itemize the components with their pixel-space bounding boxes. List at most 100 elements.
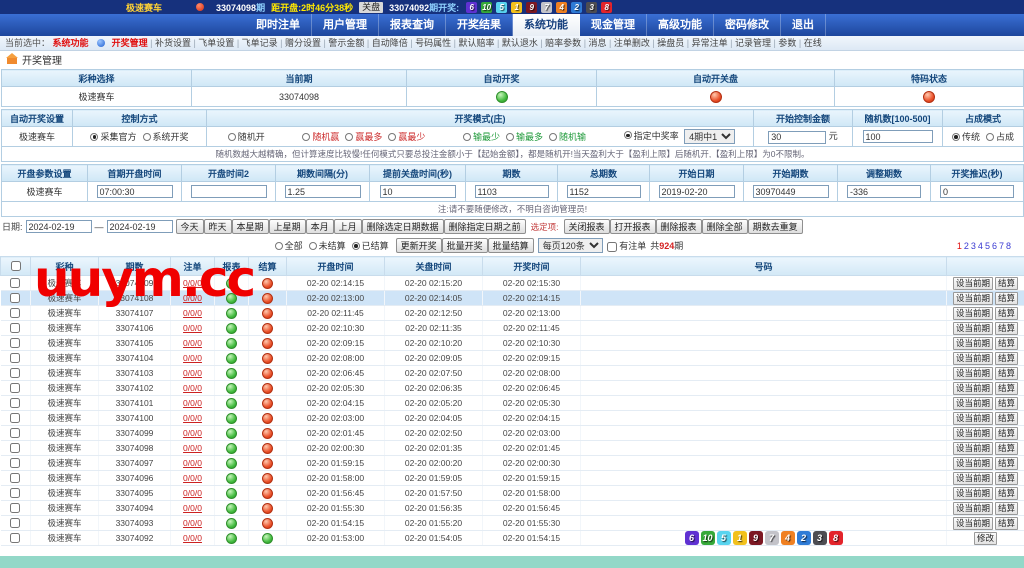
page-5[interactable]: 5 — [985, 241, 990, 251]
radio-option-采集官方[interactable]: 采集官方 — [90, 130, 136, 143]
interval-input[interactable] — [285, 185, 361, 198]
close-market-button[interactable]: 关盘 — [359, 2, 383, 13]
row-action-设当前期[interactable]: 设当前期 — [953, 442, 993, 455]
tab-现金管理[interactable]: 现金管理 — [580, 14, 647, 36]
settle-status-dot[interactable] — [262, 308, 273, 319]
settle-status-dot[interactable] — [262, 413, 273, 424]
draw-delay-input[interactable] — [940, 185, 1014, 198]
打开报表-button[interactable]: 打开报表 — [610, 219, 656, 234]
radio-icon[interactable] — [388, 133, 396, 141]
row-action-设当前期[interactable]: 设当前期 — [953, 397, 993, 410]
page-7[interactable]: 7 — [999, 241, 1004, 251]
report-status-dot[interactable] — [226, 398, 237, 409]
row-bets-link[interactable]: 0/0/0 — [183, 323, 202, 333]
radio-icon[interactable] — [463, 133, 471, 141]
start-period-input[interactable] — [753, 185, 829, 198]
row-checkbox[interactable] — [10, 518, 20, 528]
report-status-dot[interactable] — [226, 308, 237, 319]
submenu-item-默认退水[interactable]: 默认退水 — [502, 38, 538, 48]
auto-draw-toggle[interactable] — [496, 91, 508, 103]
删除指定日期之前-button[interactable]: 删除指定日期之前 — [444, 219, 526, 234]
submenu-item-警示金额[interactable]: 警示金额 — [328, 38, 364, 48]
row-action-结算[interactable]: 结算 — [995, 397, 1018, 410]
has-bets-option[interactable]: 有注单 — [607, 239, 647, 252]
radio-icon[interactable] — [352, 242, 360, 250]
row-action-结算[interactable]: 结算 — [995, 517, 1018, 530]
settle-status-dot[interactable] — [262, 368, 273, 379]
settle-status-dot[interactable] — [262, 353, 273, 364]
period-count-input[interactable] — [475, 185, 549, 198]
radio-option-已结算[interactable]: 已结算 — [352, 239, 389, 252]
submenu-item-补货设置[interactable]: 补货设置 — [155, 38, 191, 48]
page-6[interactable]: 6 — [992, 241, 997, 251]
report-status-dot[interactable] — [226, 518, 237, 529]
settle-status-dot[interactable] — [262, 533, 273, 544]
date-from-input[interactable] — [26, 220, 92, 233]
settle-status-dot[interactable] — [262, 398, 273, 409]
row-action-设当前期[interactable]: 设当前期 — [953, 502, 993, 515]
row-checkbox[interactable] — [10, 398, 20, 408]
preclose-input[interactable] — [380, 185, 456, 198]
批量开奖-button[interactable]: 批量开奖 — [442, 238, 488, 253]
row-action-设当前期[interactable]: 设当前期 — [953, 277, 993, 290]
row-action-设当前期[interactable]: 设当前期 — [953, 382, 993, 395]
row-checkbox[interactable] — [10, 458, 20, 468]
submenu-item-记录管理[interactable]: 记录管理 — [735, 38, 771, 48]
radio-icon[interactable] — [302, 133, 310, 141]
上月-button[interactable]: 上月 — [334, 219, 362, 234]
row-checkbox[interactable] — [10, 323, 20, 333]
批量结算-button[interactable]: 批量结算 — [488, 238, 534, 253]
row-bets-link[interactable]: 0/0/0 — [183, 338, 202, 348]
row-bets-link[interactable]: 0/0/0 — [183, 308, 202, 318]
tab-系统功能[interactable]: 系统功能 — [513, 14, 580, 36]
row-bets-link[interactable]: 0/0/0 — [183, 533, 202, 543]
上星期-button[interactable]: 上星期 — [269, 219, 306, 234]
row-action-结算[interactable]: 结算 — [995, 472, 1018, 485]
has-bets-checkbox[interactable] — [607, 242, 617, 252]
report-status-dot[interactable] — [226, 293, 237, 304]
row-bets-link[interactable]: 0/0/0 — [183, 458, 202, 468]
settle-status-dot[interactable] — [262, 278, 273, 289]
radio-option-赢最少[interactable]: 赢最少 — [388, 130, 425, 143]
submenu-item-默认赔率[interactable]: 默认赔率 — [458, 38, 494, 48]
settle-status-dot[interactable] — [262, 503, 273, 514]
win-rate-select[interactable]: 4期中1 — [684, 129, 735, 144]
settle-status-dot[interactable] — [262, 488, 273, 499]
submenu-item-号码属性[interactable]: 号码属性 — [415, 38, 451, 48]
row-checkbox[interactable] — [10, 413, 20, 423]
submenu-item-异常注单[interactable]: 异常注单 — [692, 38, 728, 48]
random-number-input[interactable] — [863, 130, 933, 143]
row-bets-link[interactable]: 0/0/0 — [183, 488, 202, 498]
report-status-dot[interactable] — [226, 368, 237, 379]
report-status-dot[interactable] — [226, 278, 237, 289]
row-action-结算[interactable]: 结算 — [995, 382, 1018, 395]
row-action-结算[interactable]: 结算 — [995, 487, 1018, 500]
report-status-dot[interactable] — [226, 533, 237, 544]
report-status-dot[interactable] — [226, 353, 237, 364]
row-checkbox[interactable] — [10, 488, 20, 498]
page-8[interactable]: 8 — [1006, 241, 1011, 251]
row-action-设当前期[interactable]: 设当前期 — [953, 337, 993, 350]
report-status-dot[interactable] — [226, 488, 237, 499]
submenu-item-参数[interactable]: 参数 — [778, 38, 796, 48]
radio-icon[interactable] — [345, 133, 353, 141]
tab-密码修改[interactable]: 密码修改 — [714, 14, 781, 36]
row-checkbox[interactable] — [10, 428, 20, 438]
tab-即时注单[interactable]: 即时注单 — [245, 14, 312, 36]
radio-option-全部[interactable]: 全部 — [275, 239, 303, 252]
report-status-dot[interactable] — [226, 323, 237, 334]
tab-退出[interactable]: 退出 — [781, 14, 826, 36]
report-status-dot[interactable] — [226, 458, 237, 469]
row-action-结算[interactable]: 结算 — [995, 292, 1018, 305]
submenu-item-飞单设置[interactable]: 飞单设置 — [198, 38, 234, 48]
submenu-item-消息[interactable]: 消息 — [589, 38, 607, 48]
open-time2-input[interactable] — [191, 185, 267, 198]
row-action-设当前期[interactable]: 设当前期 — [953, 457, 993, 470]
settle-status-dot[interactable] — [262, 518, 273, 529]
settle-status-dot[interactable] — [262, 293, 273, 304]
期数去重复-button[interactable]: 期数去重复 — [748, 219, 803, 234]
radio-option-输最少[interactable]: 输最少 — [463, 130, 500, 143]
row-action-设当前期[interactable]: 设当前期 — [953, 307, 993, 320]
tab-报表查询[interactable]: 报表查询 — [379, 14, 446, 36]
row-action-结算[interactable]: 结算 — [995, 427, 1018, 440]
